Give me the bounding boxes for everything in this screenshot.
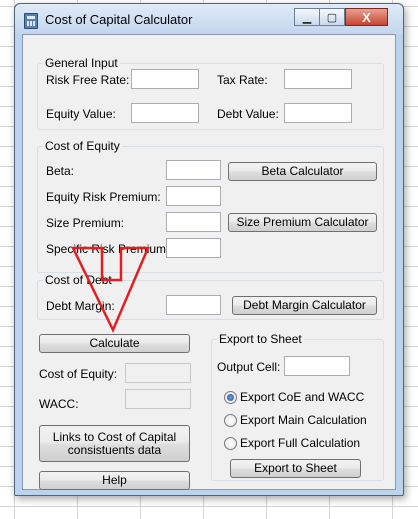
window-title: Cost of Capital Calculator <box>45 12 193 27</box>
output-cell-label: Output Cell: <box>217 360 281 374</box>
specific-risk-premium-input[interactable] <box>166 238 221 258</box>
export-coe-wacc-radio[interactable] <box>224 391 237 404</box>
calculate-button[interactable]: Calculate <box>39 334 190 353</box>
cost-of-equity-result-label: Cost of Equity: <box>39 367 118 381</box>
equity-value-input[interactable] <box>131 103 199 123</box>
debt-value-label: Debt Value: <box>217 107 279 121</box>
output-cell-input[interactable] <box>284 356 350 376</box>
maximize-button[interactable]: ▢ <box>319 8 345 26</box>
size-premium-input[interactable] <box>166 212 221 232</box>
links-to-data-button[interactable]: Links to Cost of Capital consistuents da… <box>39 425 190 462</box>
debt-value-input[interactable] <box>284 103 352 123</box>
risk-free-rate-input[interactable] <box>131 69 199 89</box>
equity-value-label: Equity Value: <box>46 107 116 121</box>
beta-label: Beta: <box>46 164 75 178</box>
export-full-calculation-radio[interactable] <box>224 437 237 450</box>
equity-risk-premium-input[interactable] <box>166 186 221 206</box>
calculator-window: Cost of Capital Calculator ▁ ▢ X General… <box>14 3 404 496</box>
equity-risk-premium-label: Equity Risk Premium: <box>46 190 161 204</box>
cost-of-equity-result-field <box>125 363 191 383</box>
help-button[interactable]: Help <box>39 471 190 490</box>
debt-margin-input[interactable] <box>166 295 221 315</box>
general-input-legend: General Input <box>43 56 120 70</box>
risk-free-rate-label: Risk Free Rate: <box>46 73 130 87</box>
size-premium-label: Size Premium: <box>46 216 125 230</box>
export-main-calculation-label[interactable]: Export Main Calculation <box>240 413 367 427</box>
tax-rate-input[interactable] <box>284 69 352 89</box>
title-bar[interactable]: Cost of Capital Calculator ▁ ▢ X <box>15 4 403 34</box>
export-coe-wacc-label[interactable]: Export CoE and WACC <box>240 390 364 404</box>
cost-of-equity-legend: Cost of Equity <box>43 139 122 153</box>
export-main-calculation-radio[interactable] <box>224 414 237 427</box>
export-to-sheet-button[interactable]: Export to Sheet <box>230 459 361 478</box>
beta-input[interactable] <box>166 160 221 180</box>
export-to-sheet-legend: Export to Sheet <box>217 332 304 346</box>
specific-risk-premium-label: Specific Risk Premium: <box>46 242 170 256</box>
wacc-result-label: WACC: <box>39 397 79 411</box>
debt-margin-label: Debt Margin: <box>46 299 115 313</box>
calculator-icon <box>24 13 38 29</box>
close-button[interactable]: X <box>345 8 388 26</box>
minimize-button[interactable]: ▁ <box>294 8 320 26</box>
export-full-calculation-label[interactable]: Export Full Calculation <box>240 436 360 450</box>
wacc-result-field <box>125 389 191 409</box>
size-premium-calculator-button[interactable]: Size Premium Calculator <box>228 213 377 232</box>
tax-rate-label: Tax Rate: <box>217 73 268 87</box>
cost-of-debt-legend: Cost of Debt <box>43 273 114 287</box>
debt-margin-calculator-button[interactable]: Debt Margin Calculator <box>232 296 377 315</box>
form-body: General Input Risk Free Rate: Tax Rate: … <box>22 34 396 490</box>
beta-calculator-button[interactable]: Beta Calculator <box>228 162 377 181</box>
